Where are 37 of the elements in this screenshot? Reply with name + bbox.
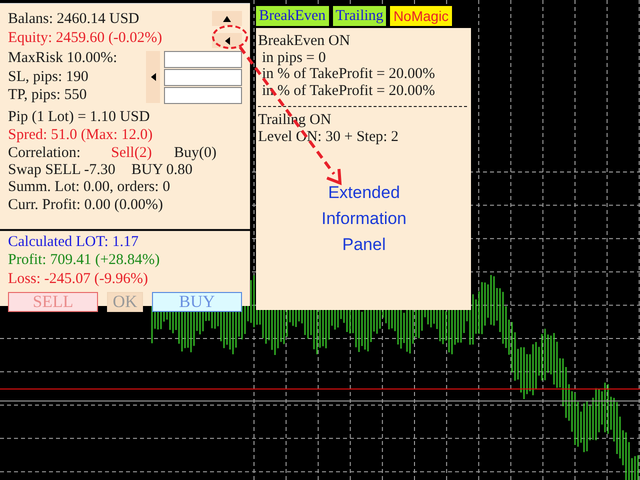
result-text: Loss: -245.07 (-9.96%)	[8, 270, 149, 288]
equity-text: Equity: 2459.60 (-0.02%)	[8, 28, 162, 47]
field-label: TP, pips: 550	[8, 86, 88, 104]
collapse-button[interactable]	[212, 11, 242, 26]
field-label: MaxRisk 10.00%:	[8, 49, 118, 68]
side-toggle-button[interactable]	[146, 51, 160, 103]
balance-text: Balans: 2460.14 USD	[8, 10, 140, 28]
info-text: Spred: 51.0 (Max: 12.0)	[8, 126, 154, 144]
summary-text: Summ. Lot: 0.00, orders: 0	[8, 178, 172, 196]
up-triangle-icon	[223, 16, 231, 22]
field-label: SL, pips: 190	[8, 68, 90, 86]
info-text: Pip (1 Lot) = 1.10 USD	[8, 108, 151, 126]
info-line: BreakEven ON	[258, 33, 352, 50]
summary-text: Curr. Profit: 0.00 (0.00%)	[8, 196, 164, 214]
left-triangle-icon	[224, 36, 230, 44]
expand-panel-button[interactable]	[212, 33, 242, 48]
info-line: in % of TakeProfit = 20.00%	[261, 66, 436, 82]
result-text: Calculated LOT: 1.17	[8, 232, 140, 251]
tab[interactable]: Trailing	[332, 6, 386, 26]
info-line: in pips = 0	[261, 50, 327, 66]
correlation-label: Correlation:	[8, 144, 82, 162]
highlight-ellipse	[212, 25, 248, 49]
sell-count-text: Sell(2)	[111, 144, 153, 162]
order-button[interactable]: SELL	[8, 292, 98, 312]
order-button[interactable]: OK	[107, 292, 143, 312]
result-text: Profit: 709.41 (+28.84%)	[8, 251, 161, 270]
swap-sell-text: Swap SELL -7.30	[8, 162, 116, 178]
order-button[interactable]: BUY	[152, 292, 242, 312]
tab[interactable]: BreakEven	[256, 6, 329, 26]
left-triangle-icon	[150, 73, 156, 81]
input-field[interactable]	[164, 69, 242, 86]
swap-buy-text: BUY 0.80	[131, 162, 192, 178]
buy-count-text: Buy(0)	[174, 144, 218, 162]
info-line: Trailing ON	[258, 112, 332, 128]
input-field[interactable]	[164, 87, 242, 104]
annotation-text: Extended Information Panel	[320, 182, 408, 256]
input-field[interactable]	[164, 51, 242, 68]
